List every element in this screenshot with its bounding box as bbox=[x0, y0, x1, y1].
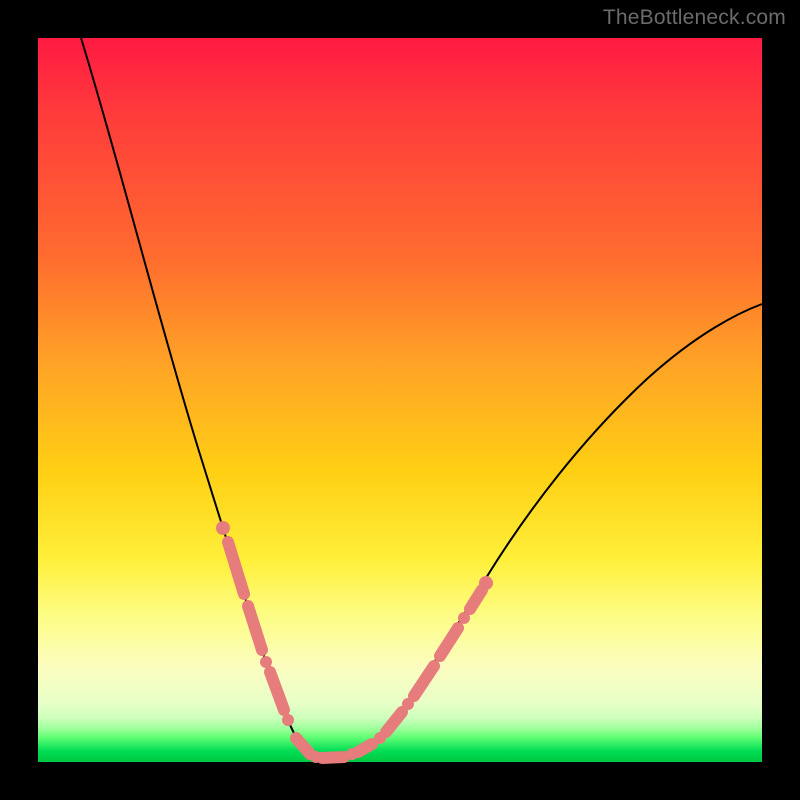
marker-seg-left-1 bbox=[228, 542, 244, 594]
marker-seg-bottom-3 bbox=[358, 744, 372, 752]
bottleneck-curve-svg bbox=[38, 38, 762, 762]
watermark-text: TheBottleneck.com bbox=[603, 6, 786, 30]
chart-frame: TheBottleneck.com bbox=[0, 0, 800, 800]
marker-seg-right-3 bbox=[440, 628, 458, 656]
plot-area bbox=[38, 38, 762, 762]
marker-seg-right-4 bbox=[470, 590, 482, 609]
marker-dot-right-4 bbox=[479, 576, 493, 590]
marker-seg-bottom-2 bbox=[322, 757, 344, 758]
marker-seg-left-3 bbox=[270, 672, 284, 710]
marker-seg-right-1 bbox=[386, 712, 402, 732]
marker-dot-left-1 bbox=[216, 521, 230, 535]
marker-seg-left-2 bbox=[248, 606, 262, 650]
marker-seg-bottom-1 bbox=[296, 738, 310, 754]
marker-dot-left-3 bbox=[282, 714, 294, 726]
bottleneck-curve bbox=[81, 38, 762, 758]
marker-seg-right-2 bbox=[414, 666, 434, 696]
